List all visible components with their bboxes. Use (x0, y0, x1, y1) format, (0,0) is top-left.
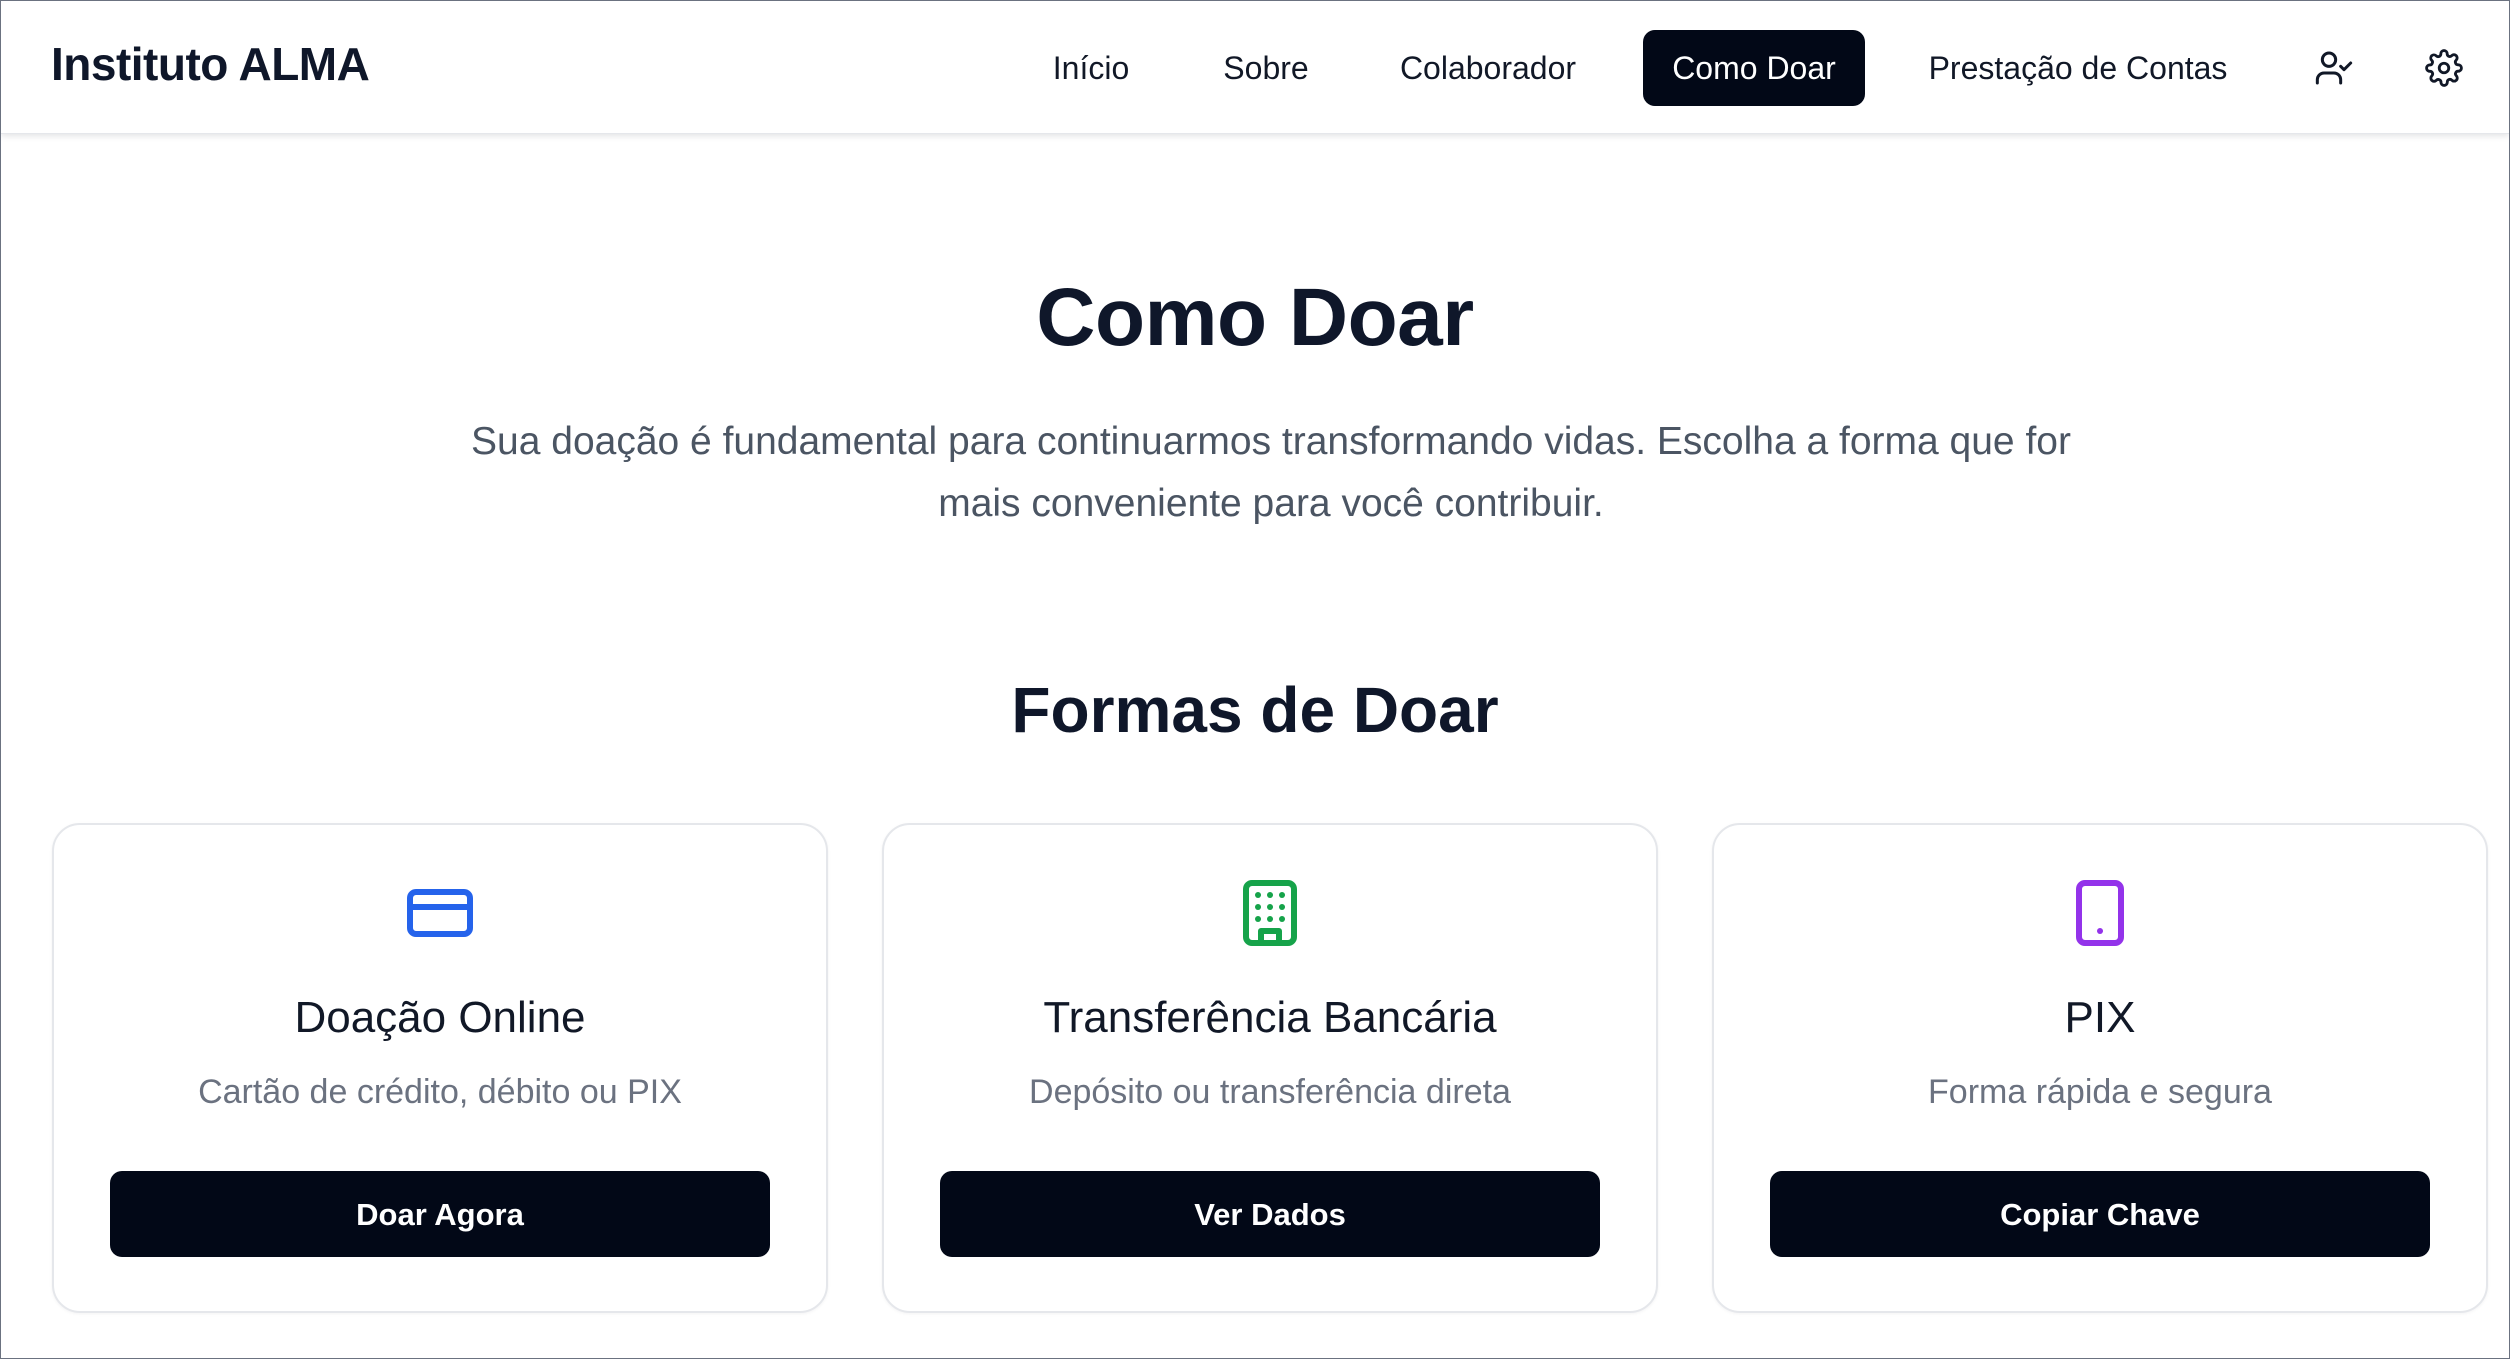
page: Instituto ALMA Início Sobre Colaborador … (0, 0, 2510, 1359)
card-title: PIX (2064, 993, 2136, 1042)
donation-card-bank-transfer: Transferência Bancária Depósito ou trans… (882, 823, 1658, 1313)
page-subtitle-line-2: mais conveniente para você contribuir. (938, 482, 1604, 525)
page-title: Como Doar (1036, 272, 1474, 363)
user-check-icon (2315, 51, 2353, 85)
card-title: Transferência Bancária (1043, 993, 1497, 1042)
credit-card-icon (407, 889, 473, 937)
card-description: Cartão de crédito, débito ou PIX (198, 1073, 682, 1111)
section-title: Formas de Doar (1011, 674, 1499, 746)
building-icon (1243, 880, 1297, 946)
nav-item-inicio[interactable]: Início (1036, 30, 1146, 106)
donation-card-pix: PIX Forma rápida e segura Copiar Chave (1712, 823, 2488, 1313)
ver-dados-button[interactable]: Ver Dados (940, 1171, 1600, 1257)
nav-item-colaborador[interactable]: Colaborador (1387, 30, 1589, 106)
settings-button[interactable] (2417, 41, 2471, 95)
card-description: Depósito ou transferência direta (1029, 1073, 1511, 1111)
copiar-chave-button[interactable]: Copiar Chave (1770, 1171, 2430, 1257)
donation-card-online: Doação Online Cartão de crédito, débito … (52, 823, 828, 1313)
gear-icon (2425, 49, 2463, 87)
page-subtitle: Sua doação é fundamental para continuarm… (421, 411, 2121, 535)
page-subtitle-line-1: Sua doação é fundamental para continuarm… (471, 420, 2071, 463)
nav-item-prestacao-de-contas[interactable]: Prestação de Contas (1913, 30, 2243, 106)
brand-logo-text[interactable]: Instituto ALMA (51, 37, 370, 91)
smartphone-icon (2076, 880, 2124, 946)
user-check-button[interactable] (2307, 41, 2361, 95)
nav-item-sobre[interactable]: Sobre (1211, 30, 1321, 106)
top-navbar: Instituto ALMA Início Sobre Colaborador … (1, 1, 2509, 134)
nav-item-como-doar[interactable]: Como Doar (1643, 30, 1865, 106)
card-description: Forma rápida e segura (1928, 1073, 2272, 1111)
card-title: Doação Online (294, 993, 586, 1042)
doar-agora-button[interactable]: Doar Agora (110, 1171, 770, 1257)
